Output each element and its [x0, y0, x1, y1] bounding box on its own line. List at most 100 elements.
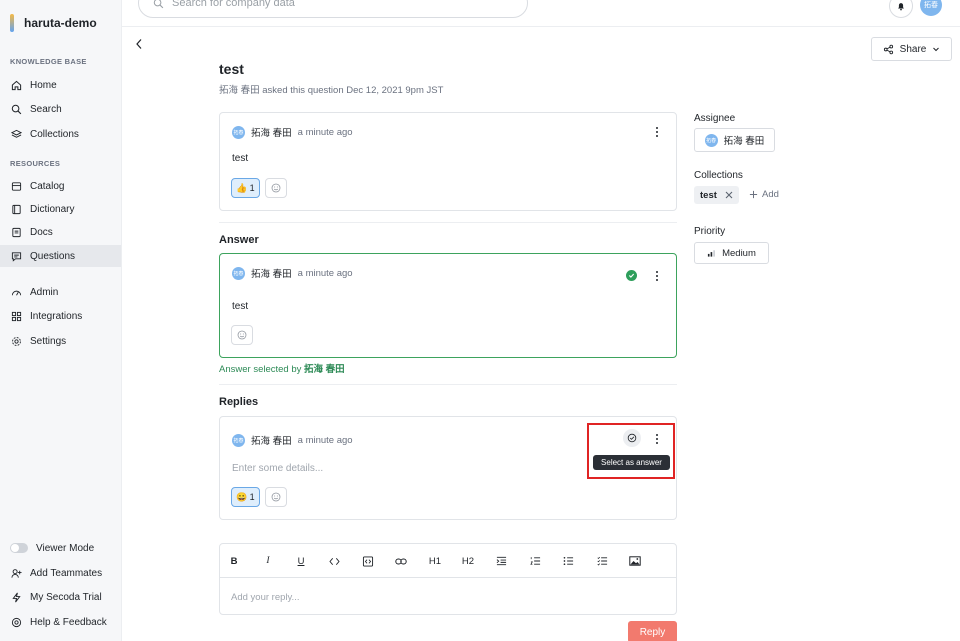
answer-heading: Answer: [219, 234, 259, 246]
tooltip: Select as answer: [593, 455, 670, 470]
catalog-icon: [10, 180, 22, 192]
sidebar-item-label: Settings: [30, 335, 67, 347]
heading2-button[interactable]: H2: [460, 554, 476, 568]
post-header: 拓春 拓海 春田 a minute ago: [232, 125, 353, 139]
selected-by-name[interactable]: 拓海 春田: [304, 364, 345, 375]
help-feedback-button[interactable]: Help & Feedback: [0, 611, 121, 633]
bullet-list-icon: [563, 556, 574, 566]
timestamp: a minute ago: [297, 267, 353, 279]
home-icon: [10, 79, 22, 91]
heading1-button[interactable]: H1: [427, 554, 443, 568]
chevron-left-icon: [134, 38, 146, 50]
post-header: 拓春 拓海 春田 a minute ago: [232, 266, 353, 280]
code-block-button[interactable]: [360, 554, 376, 568]
secoda-trial-button[interactable]: My Secoda Trial: [0, 586, 121, 608]
numbered-list-button[interactable]: [527, 554, 543, 568]
sidebar-item-collections[interactable]: Collections: [0, 123, 121, 145]
workspace-logo: [10, 14, 14, 32]
collection-tag[interactable]: test: [694, 186, 739, 204]
priority-selector[interactable]: Medium: [694, 242, 769, 264]
notifications-button[interactable]: [889, 0, 913, 18]
selected-answer-check-icon[interactable]: [626, 270, 637, 281]
italic-button[interactable]: I: [260, 554, 276, 568]
add-reaction-button[interactable]: [231, 325, 253, 345]
collection-tag-label: test: [700, 189, 717, 201]
checklist-button[interactable]: [594, 554, 610, 568]
more-options-icon[interactable]: [654, 126, 660, 138]
share-button[interactable]: Share: [871, 37, 952, 61]
reaction-chip[interactable]: 😀 1: [231, 487, 260, 507]
link-button[interactable]: [393, 554, 409, 568]
collections-icon: [10, 128, 22, 140]
page-title: test: [219, 61, 244, 77]
image-button[interactable]: [627, 554, 643, 568]
workspace-switcher[interactable]: haruta-demo: [10, 14, 97, 32]
reaction-count: 1: [249, 183, 255, 193]
sidebar-item-catalog[interactable]: Catalog: [0, 175, 121, 197]
question-meta: 拓海 春田 asked this question Dec 12, 2021 9…: [219, 85, 444, 96]
toggle-switch[interactable]: [10, 543, 28, 553]
sidebar-item-label: Admin: [30, 286, 59, 298]
sidebar-item-home[interactable]: Home: [0, 74, 121, 96]
reply-input[interactable]: Add your reply...: [231, 592, 299, 603]
plus-icon: [749, 190, 758, 199]
smiley-icon: [271, 183, 281, 193]
add-reaction-button[interactable]: [265, 487, 287, 507]
add-collection-button[interactable]: Add: [749, 189, 779, 200]
smiley-icon: [271, 492, 281, 502]
answer-selected-by: Answer selected by 拓海 春田: [219, 361, 345, 375]
gear-icon: [10, 335, 22, 347]
assignee-label: Assignee: [694, 113, 736, 124]
add-reaction-button[interactable]: [265, 178, 287, 198]
code-icon: [328, 557, 340, 566]
questions-icon: [10, 250, 22, 262]
assignee-selector[interactable]: 拓春 拓海 春田: [694, 128, 775, 152]
sidebar-item-dictionary[interactable]: Dictionary: [0, 198, 121, 220]
sidebar-item-docs[interactable]: Docs: [0, 221, 121, 243]
workspace-name: haruta-demo: [24, 16, 97, 30]
priority-value: Medium: [722, 247, 756, 259]
sidebar-item-admin[interactable]: Admin: [0, 281, 121, 303]
sidebar-item-questions[interactable]: Questions: [0, 245, 121, 267]
back-button[interactable]: [134, 38, 146, 50]
thumbs-up-emoji: 👍: [236, 182, 248, 193]
underline-button[interactable]: U: [293, 554, 309, 568]
resources-label: RESOURCES: [10, 159, 61, 168]
avatar[interactable]: 拓春: [920, 0, 942, 16]
bold-button[interactable]: B: [226, 554, 242, 568]
indent-button[interactable]: [493, 554, 509, 568]
admin-icon: [10, 286, 22, 298]
reply-body-placeholder[interactable]: Enter some details...: [232, 463, 323, 474]
author-name[interactable]: 拓海 春田: [251, 125, 292, 139]
author-name[interactable]: 拓海 春田: [251, 266, 292, 280]
divider: [219, 384, 677, 385]
close-icon[interactable]: [725, 191, 733, 199]
chevron-down-icon: [932, 45, 940, 53]
code-button[interactable]: [326, 554, 342, 568]
sidebar-item-settings[interactable]: Settings: [0, 330, 121, 352]
sidebar-item-label: Search: [30, 103, 62, 115]
author-name[interactable]: 拓海 春田: [251, 433, 292, 447]
avatar: 拓春: [704, 133, 718, 147]
add-teammates-button[interactable]: Add Teammates: [0, 562, 121, 584]
sidebar-item-integrations[interactable]: Integrations: [0, 305, 121, 327]
add-collection-label: Add: [762, 189, 779, 200]
checklist-icon: [596, 556, 608, 566]
avatar: 拓春: [232, 266, 245, 280]
reply-button[interactable]: Reply: [628, 621, 677, 641]
more-options-icon[interactable]: [654, 270, 660, 282]
global-search-input[interactable]: Search for company data: [138, 0, 528, 18]
sidebar-bottom-label: Viewer Mode: [36, 542, 95, 554]
sidebar-item-search[interactable]: Search: [0, 98, 121, 120]
top-bar: Search for company data 拓春: [122, 0, 960, 27]
sidebar-item-label: Home: [30, 79, 57, 91]
highlight-box: [587, 423, 675, 479]
bullet-list-button[interactable]: [560, 554, 576, 568]
reaction-chip[interactable]: 👍 1: [231, 178, 260, 198]
priority-label: Priority: [694, 226, 726, 237]
editor-toolbar: B I U H1 H2: [220, 544, 676, 578]
viewer-mode-toggle[interactable]: Viewer Mode: [0, 537, 121, 559]
docs-icon: [10, 226, 22, 238]
sidebar-item-label: Collections: [30, 128, 79, 140]
help-icon: [10, 616, 22, 628]
